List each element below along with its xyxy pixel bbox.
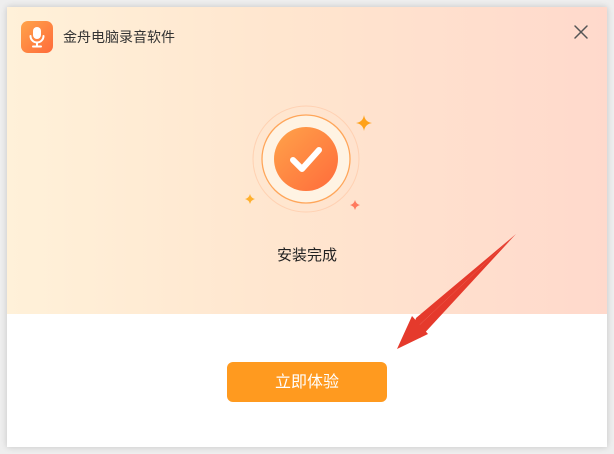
install-complete-text: 安装完成 [276, 246, 337, 264]
success-badge [251, 104, 361, 214]
installer-window: 金舟电脑录音软件 安装完成 立即体验 [7, 7, 607, 447]
close-button[interactable] [570, 21, 592, 43]
hero-panel: 金舟电脑录音软件 安装完成 [7, 7, 607, 314]
app-title: 金舟电脑录音软件 [63, 30, 175, 46]
microphone-icon [21, 21, 53, 53]
try-now-button[interactable]: 立即体验 [227, 362, 387, 402]
close-icon [574, 25, 588, 39]
